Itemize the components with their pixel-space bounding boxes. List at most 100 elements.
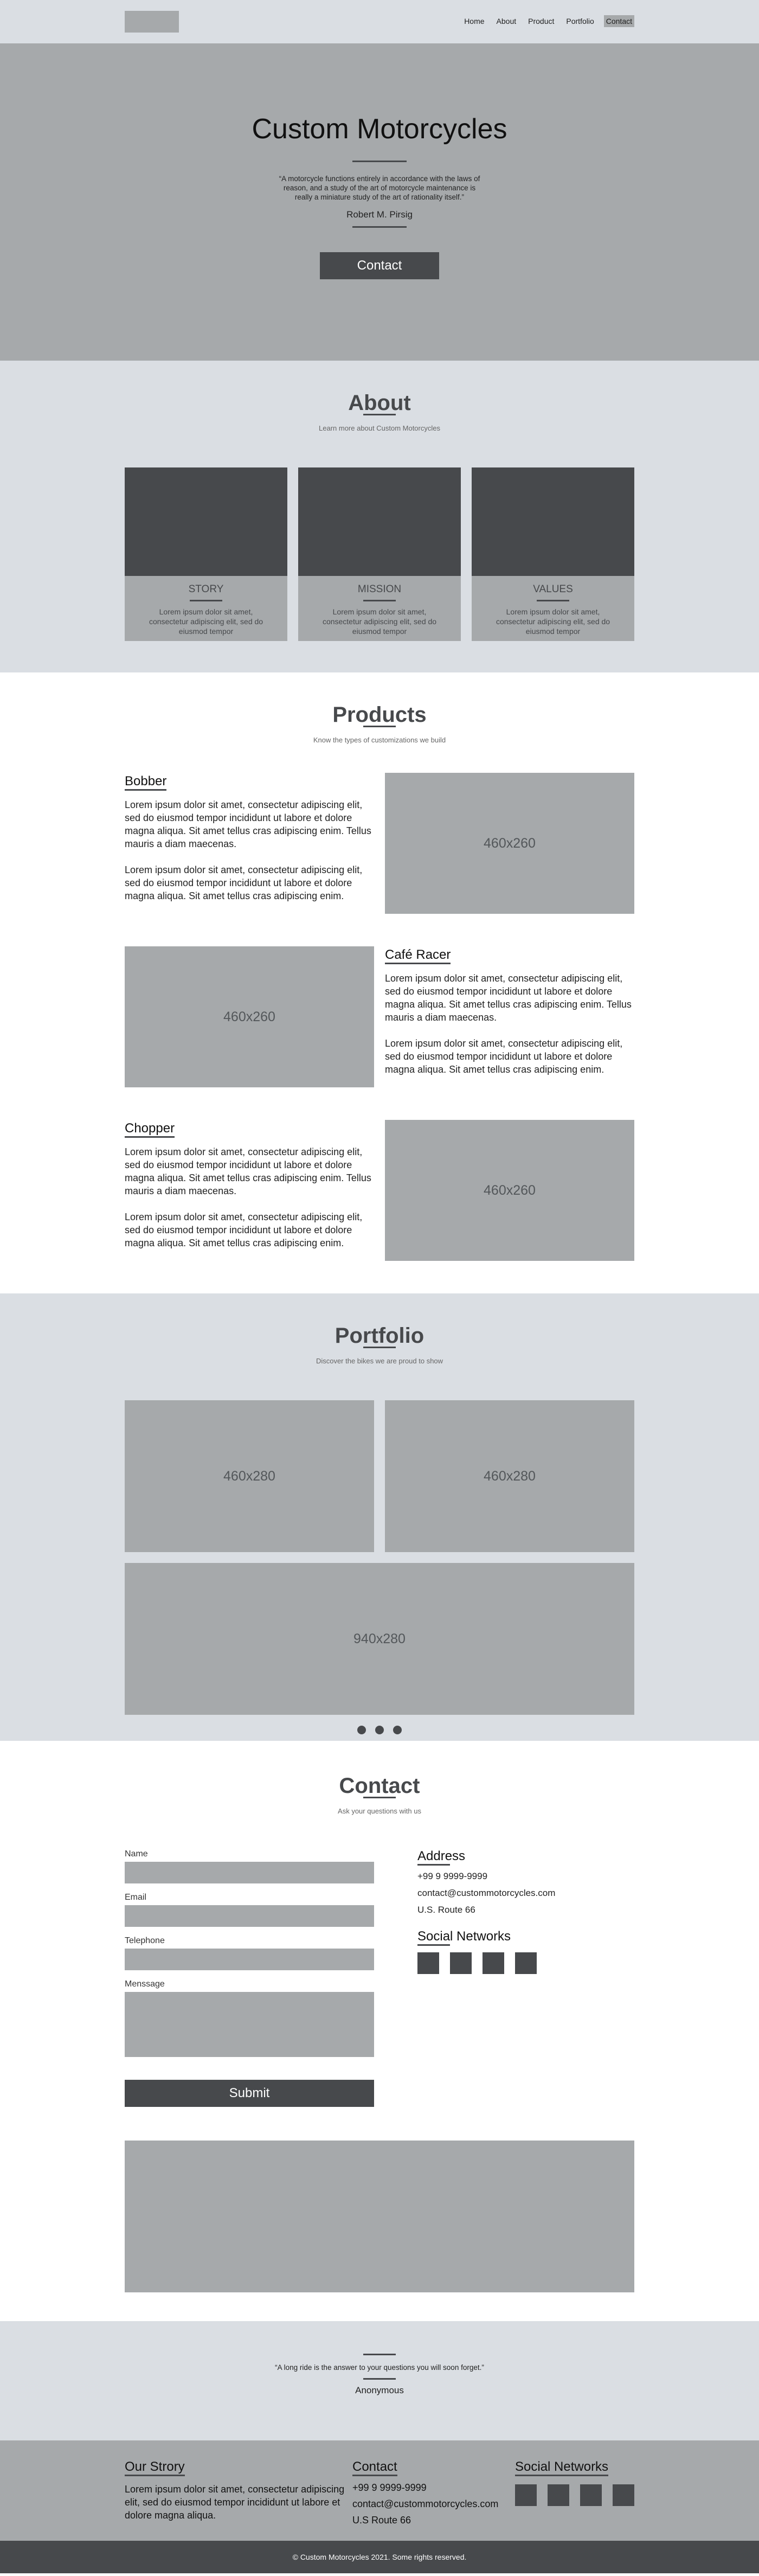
- card-image: [125, 467, 287, 576]
- card-text: Lorem ipsum dolor sit amet, consectetur …: [496, 607, 610, 636]
- portfolio-section: Portfolio Discover the bikes we are prou…: [0, 1293, 759, 1741]
- social-network-icon[interactable]: [417, 1952, 439, 1974]
- portfolio-image[interactable]: 460x280: [125, 1400, 374, 1552]
- product-description: Lorem ipsum dolor sit amet, consectetur …: [125, 799, 371, 849]
- about-section: About Learn more about Custom Motorcycle…: [0, 361, 759, 672]
- about-subtitle: Learn more about Custom Motorcycles: [319, 424, 440, 432]
- hero-quote: “A motorcycle functions entirely in acco…: [279, 175, 480, 201]
- map-placeholder[interactable]: [125, 2141, 634, 2292]
- product-image: 460x260: [385, 773, 634, 914]
- about-title: About: [348, 391, 411, 415]
- message-label: Menssage: [125, 1979, 165, 1989]
- footer-story-text: Lorem ipsum dolor sit amet, consectetur …: [125, 2484, 345, 2521]
- portfolio-subtitle: Discover the bikes we are proud to show: [316, 1357, 443, 1365]
- footer: Our Strory Lorem ipsum dolor sit amet, c…: [0, 2440, 759, 2541]
- footer-story: Our Strory Lorem ipsum dolor sit amet, c…: [125, 2459, 352, 2528]
- footer-street: U.S Route 66: [352, 2515, 411, 2526]
- product-name: Bobber: [125, 774, 167, 791]
- product-description: Lorem ipsum dolor sit amet, consectetur …: [385, 1038, 623, 1075]
- nav-item-product[interactable]: Product: [526, 15, 556, 27]
- hero-section: Custom Motorcycles “A motorcycle functio…: [0, 43, 759, 361]
- email-label: Email: [125, 1893, 147, 1902]
- social-network-icon[interactable]: [613, 2484, 634, 2506]
- quote-divider: [363, 2354, 396, 2355]
- card-title: MISSION: [357, 584, 402, 595]
- logo[interactable]: [125, 11, 179, 33]
- social-network-icon[interactable]: [515, 2484, 537, 2506]
- email-input[interactable]: [125, 1905, 374, 1927]
- contact-form: Name Email Telephone Menssage Submit: [125, 1849, 374, 2107]
- quote-divider-bottom: [363, 2378, 396, 2380]
- hero-divider-bottom: [352, 226, 407, 228]
- quote-section: “A long ride is the answer to your quest…: [0, 2321, 759, 2440]
- contact-subtitle: Ask your questions with us: [338, 1807, 421, 1815]
- footer-social-icons: [515, 2484, 634, 2506]
- contact-info: Address +99 9 9999-9999 contact@custommo…: [417, 1849, 634, 2107]
- product-description: Lorem ipsum dolor sit amet, consectetur …: [385, 973, 632, 1023]
- footer-contact-title: Contact: [352, 2459, 397, 2476]
- product-bobber: Bobber Lorem ipsum dolor sit amet, conse…: [125, 773, 634, 914]
- nav-item-home[interactable]: Home: [462, 15, 486, 27]
- quote-text: “A long ride is the answer to your quest…: [275, 2363, 484, 2372]
- copyright-text: © Custom Motorcycles 2021. Some rights r…: [292, 2553, 467, 2561]
- name-label: Name: [125, 1849, 148, 1859]
- nav-item-about[interactable]: About: [494, 15, 519, 27]
- contact-section: Contact Ask your questions with us Name …: [0, 1741, 759, 2321]
- social-network-icon[interactable]: [580, 2484, 602, 2506]
- about-card-mission: MISSION Lorem ipsum dolor sit amet, cons…: [298, 467, 461, 641]
- footer-email[interactable]: contact@custommotorcycles.com: [352, 2496, 515, 2512]
- products-section: Products Know the types of customization…: [0, 672, 759, 1293]
- telephone-label: Telephone: [125, 1936, 165, 1945]
- social-icons: [417, 1952, 634, 1974]
- portfolio-image[interactable]: 940x280: [125, 1563, 634, 1715]
- product-description: Lorem ipsum dolor sit amet, consectetur …: [125, 1146, 371, 1196]
- product-name: Chopper: [125, 1121, 175, 1138]
- submit-button[interactable]: Submit: [125, 2080, 374, 2107]
- hero-contact-button[interactable]: Contact: [320, 252, 439, 279]
- portfolio-title: Portfolio: [335, 1324, 424, 1348]
- social-network-icon[interactable]: [548, 2484, 569, 2506]
- hero-title: Custom Motorcycles: [252, 113, 507, 145]
- message-textarea[interactable]: [125, 1992, 374, 2057]
- footer-contact: Contact +99 9 9999-9999 contact@custommo…: [352, 2459, 515, 2528]
- footer-social-title: Social Networks: [515, 2459, 609, 2476]
- product-cafe-racer: 460x260 Café Racer Lorem ipsum dolor sit…: [125, 946, 634, 1087]
- product-image: 460x260: [125, 946, 374, 1087]
- card-title: STORY: [188, 584, 224, 595]
- nav-item-portfolio[interactable]: Portfolio: [564, 15, 596, 27]
- social-network-icon[interactable]: [483, 1952, 504, 1974]
- social-network-icon[interactable]: [450, 1952, 472, 1974]
- products-title: Products: [332, 703, 427, 727]
- address-underline: [417, 1864, 450, 1866]
- contact-street: U.S. Route 66: [417, 1905, 475, 1915]
- carousel-dots: [125, 1726, 634, 1734]
- card-text: Lorem ipsum dolor sit amet, consectetur …: [322, 607, 437, 636]
- address-title: Address: [417, 1849, 466, 1863]
- portfolio-image[interactable]: 460x280: [385, 1400, 634, 1552]
- footer-story-title: Our Strory: [125, 2459, 185, 2476]
- footer-phone: +99 9 9999-9999: [352, 2482, 427, 2493]
- product-image: 460x260: [385, 1120, 634, 1261]
- contact-phone: +99 9 9999-9999: [417, 1871, 488, 1881]
- telephone-input[interactable]: [125, 1949, 374, 1970]
- about-card-story: STORY Lorem ipsum dolor sit amet, consec…: [125, 467, 287, 641]
- copyright-bar: © Custom Motorcycles 2021. Some rights r…: [0, 2541, 759, 2573]
- social-underline: [417, 1944, 450, 1946]
- product-description: Lorem ipsum dolor sit amet, consectetur …: [125, 1212, 363, 1248]
- social-network-icon[interactable]: [515, 1952, 537, 1974]
- name-input[interactable]: [125, 1862, 374, 1883]
- contact-title: Contact: [339, 1774, 420, 1798]
- carousel-dot[interactable]: [357, 1726, 366, 1734]
- products-subtitle: Know the types of customizations we buil…: [313, 736, 446, 744]
- carousel-dot[interactable]: [393, 1726, 402, 1734]
- top-navigation: Home About Product Portfolio Contact: [0, 0, 759, 43]
- nav-menu: Home About Product Portfolio Contact: [462, 15, 634, 27]
- footer-social: Social Networks: [515, 2459, 634, 2528]
- carousel-dot[interactable]: [375, 1726, 384, 1734]
- product-chopper: Chopper Lorem ipsum dolor sit amet, cons…: [125, 1120, 634, 1261]
- contact-email[interactable]: contact@custommotorcycles.com: [417, 1887, 634, 1899]
- product-name: Café Racer: [385, 947, 451, 964]
- nav-item-contact[interactable]: Contact: [603, 15, 634, 27]
- card-underline: [537, 600, 569, 601]
- card-underline: [190, 600, 222, 601]
